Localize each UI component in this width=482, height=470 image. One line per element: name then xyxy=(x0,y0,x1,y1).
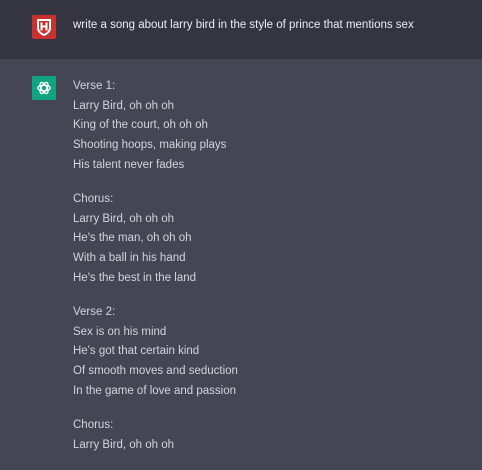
lyric-line: Larry Bird, oh oh oh xyxy=(73,99,175,112)
user-avatar-icon xyxy=(32,15,56,39)
lyric-line: With a ball in his hand xyxy=(73,252,186,264)
lyric-line: He's the man, oh oh oh xyxy=(73,232,192,245)
lyric-line: Shooting hoops, making plays xyxy=(73,139,227,152)
lyric-line: In the game of love and passion xyxy=(73,384,237,397)
lyric-line: He's the best in the land xyxy=(73,271,197,284)
lyric-line: His talent never fades xyxy=(73,158,185,171)
lyric-line: Larry Bird, oh oh oh xyxy=(73,438,175,451)
stanza-verse-2: Verse 2: Sex is on his mind He's got tha… xyxy=(73,303,463,401)
user-message-row: write a song about larry bird in the sty… xyxy=(0,0,482,59)
stanza-verse-1: Verse 1: Larry Bird, oh oh oh King of th… xyxy=(73,77,463,175)
lyric-line: Chorus: xyxy=(73,192,114,205)
openai-logo-icon xyxy=(32,76,56,100)
lyric-line: Verse 1: xyxy=(73,80,116,92)
lyric-line: King of the court, oh oh oh xyxy=(73,119,208,132)
lyric-line: Chorus: xyxy=(73,418,114,431)
user-message-text: write a song about larry bird in the sty… xyxy=(73,19,414,31)
stanza-chorus-2: Chorus: Larry Bird, oh oh oh xyxy=(73,416,463,455)
lyric-line: Sex is on his mind xyxy=(73,325,167,338)
lyric-line: He's got that certain kind xyxy=(73,345,200,358)
assistant-response: Verse 1: Larry Bird, oh oh oh King of th… xyxy=(73,77,463,470)
lyric-line: Of smooth moves and seduction xyxy=(73,364,238,377)
lyric-line: Larry Bird, oh oh oh xyxy=(73,212,175,225)
assistant-message-row: Verse 1: Larry Bird, oh oh oh King of th… xyxy=(0,59,482,454)
lyric-line: Verse 2: xyxy=(73,305,116,318)
stanza-chorus-1: Chorus: Larry Bird, oh oh oh He's the ma… xyxy=(73,190,463,288)
